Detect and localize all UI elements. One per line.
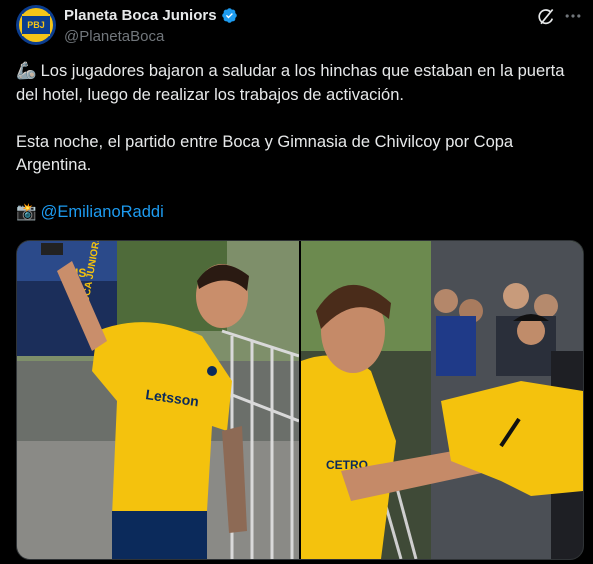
media-grid: BUS BOCA JUNIORS Letsson xyxy=(16,240,584,560)
photo-1-scene: BUS BOCA JUNIORS Letsson xyxy=(17,241,299,559)
mention-link[interactable]: @EmilianoRaddi xyxy=(41,203,164,221)
grok-icon[interactable] xyxy=(536,7,556,27)
author-handle[interactable]: @PlanetaBoca xyxy=(64,28,164,45)
tweet-text: 🦾 Los jugadores bajaron a saludar a los … xyxy=(16,60,576,225)
photo-1[interactable]: BUS BOCA JUNIORS Letsson xyxy=(17,241,299,559)
photo-2-scene: CETRO xyxy=(301,241,583,559)
tweet-paragraph-1: 🦾 Los jugadores bajaron a saludar a los … xyxy=(16,62,565,104)
photo-2[interactable]: CETRO xyxy=(301,241,583,559)
mechanical-arm-icon: 🦾 xyxy=(16,62,37,80)
display-name[interactable]: Planeta Boca Juniors xyxy=(64,7,217,24)
avatar-initials: PBJ xyxy=(22,14,50,36)
verified-badge-icon xyxy=(221,8,237,23)
phone xyxy=(41,243,63,255)
avatar[interactable]: PBJ xyxy=(16,5,56,45)
camera-flash-icon: 📸 xyxy=(16,203,37,221)
more-options-icon[interactable] xyxy=(563,6,583,26)
avatar-badge: PBJ xyxy=(19,8,53,42)
tweet-paragraph-3: 📸 @EmilianoRaddi xyxy=(16,201,576,225)
author-name-row: Planeta Boca Juniors xyxy=(64,7,238,24)
tweet-paragraph-2: Esta noche, el partido entre Boca y Gimn… xyxy=(16,132,514,175)
